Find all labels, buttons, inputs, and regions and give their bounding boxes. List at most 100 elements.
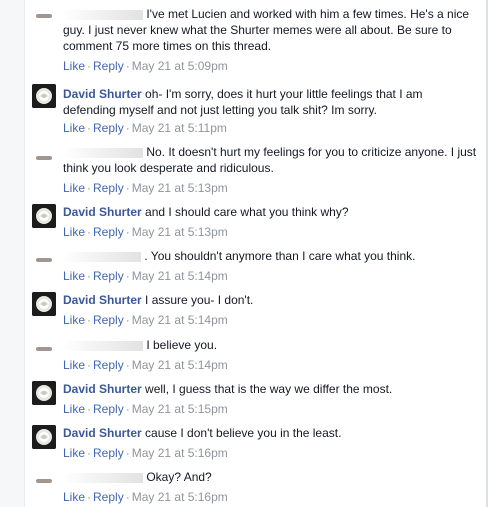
like-link[interactable]: Like bbox=[63, 121, 85, 135]
comment-body: David Shurter and I should care what you… bbox=[63, 204, 478, 220]
comment-item: David Shurter cause I don't believe you … bbox=[24, 421, 486, 465]
reply-link[interactable]: Reply bbox=[93, 358, 124, 372]
comment-timestamp[interactable]: May 21 at 5:13pm bbox=[132, 225, 228, 239]
redacted-avatar[interactable] bbox=[32, 337, 56, 361]
separator-dot: · bbox=[87, 225, 92, 239]
reply-link[interactable]: Reply bbox=[93, 121, 124, 135]
separator-dot: · bbox=[125, 225, 130, 239]
comment-body: David Shurter oh- I'm sorry, does it hur… bbox=[63, 86, 478, 118]
white-rose-icon bbox=[32, 425, 56, 449]
redacted-author-name[interactable] bbox=[63, 251, 141, 262]
separator-dot: · bbox=[125, 358, 130, 372]
comment-actions: Like · Reply · May 21 at 5:11pm bbox=[63, 120, 227, 136]
separator-dot: · bbox=[87, 358, 92, 372]
reply-link[interactable]: Reply bbox=[93, 313, 124, 327]
reply-link[interactable]: Reply bbox=[93, 181, 124, 195]
comment-timestamp[interactable]: May 21 at 5:13pm bbox=[132, 181, 228, 195]
redacted-avatar[interactable] bbox=[32, 146, 56, 170]
white-rose-icon bbox=[32, 292, 56, 316]
white-rose-avatar[interactable] bbox=[32, 381, 56, 405]
comment-actions: Like · Reply · May 21 at 5:09pm bbox=[63, 58, 228, 74]
separator-dot: · bbox=[87, 121, 92, 135]
comment-timestamp[interactable]: May 21 at 5:15pm bbox=[132, 402, 228, 416]
comment-actions: Like · Reply · May 21 at 5:14pm bbox=[63, 357, 228, 373]
author-name[interactable]: David Shurter bbox=[63, 382, 142, 396]
separator-dot: · bbox=[125, 181, 130, 195]
author-name[interactable]: David Shurter bbox=[63, 205, 142, 219]
comment-text: I assure you- I don't. bbox=[145, 293, 254, 307]
separator-dot: · bbox=[125, 269, 130, 283]
comment-timestamp[interactable]: May 21 at 5:14pm bbox=[132, 269, 228, 283]
separator-dot: · bbox=[125, 490, 130, 504]
author-name[interactable]: David Shurter bbox=[63, 293, 142, 307]
comment-item: Okay? And? Like · Reply · May 21 at 5:16pm bbox=[24, 465, 486, 507]
separator-dot: · bbox=[87, 490, 92, 504]
comment-timestamp[interactable]: May 21 at 5:09pm bbox=[132, 59, 228, 73]
reply-link[interactable]: Reply bbox=[93, 446, 124, 460]
comment-item: David Shurter well, I guess that is the … bbox=[24, 377, 486, 421]
comment-body: I've met Lucien and worked with him a fe… bbox=[63, 6, 478, 54]
left-rail bbox=[0, 0, 25, 507]
separator-dot: · bbox=[125, 446, 130, 460]
comment-actions: Like · Reply · May 21 at 5:14pm bbox=[63, 268, 228, 284]
separator-dot: · bbox=[87, 402, 92, 416]
comment-item: I've met Lucien and worked with him a fe… bbox=[24, 0, 486, 76]
comment-item: No. It doesn't hurt my feelings for you … bbox=[24, 140, 486, 200]
white-rose-avatar[interactable] bbox=[32, 425, 56, 449]
like-link[interactable]: Like bbox=[63, 402, 85, 416]
separator-dot: · bbox=[87, 313, 92, 327]
comment-timestamp[interactable]: May 21 at 5:16pm bbox=[132, 490, 228, 504]
like-link[interactable]: Like bbox=[63, 181, 85, 195]
comment-body: . You shouldn't anymore than I care what… bbox=[63, 248, 478, 264]
redacted-author-name[interactable] bbox=[63, 9, 143, 20]
comment-timestamp[interactable]: May 21 at 5:11pm bbox=[132, 121, 227, 135]
white-rose-avatar[interactable] bbox=[32, 84, 56, 108]
redacted-author-name[interactable] bbox=[63, 340, 143, 351]
reply-link[interactable]: Reply bbox=[93, 490, 124, 504]
separator-dot: · bbox=[87, 269, 92, 283]
comment-body: No. It doesn't hurt my feelings for you … bbox=[63, 144, 478, 176]
reply-link[interactable]: Reply bbox=[93, 269, 124, 283]
reply-link[interactable]: Reply bbox=[93, 402, 124, 416]
comment-body: David Shurter well, I guess that is the … bbox=[63, 381, 478, 397]
redacted-avatar[interactable] bbox=[32, 469, 56, 493]
like-link[interactable]: Like bbox=[63, 225, 85, 239]
comment-text: and I should care what you think why? bbox=[145, 205, 349, 219]
separator-dot: · bbox=[125, 59, 130, 73]
redacted-smudge-icon bbox=[36, 479, 52, 483]
comment-timestamp[interactable]: May 21 at 5:16pm bbox=[132, 446, 228, 460]
comment-item: I believe you. Like · Reply · May 21 at 5:14… bbox=[24, 333, 486, 377]
like-link[interactable]: Like bbox=[63, 59, 85, 73]
white-rose-icon bbox=[32, 381, 56, 405]
reply-link[interactable]: Reply bbox=[93, 225, 124, 239]
comment-item: . You shouldn't anymore than I care what… bbox=[24, 244, 486, 288]
comment-body: Okay? And? bbox=[63, 469, 478, 485]
separator-dot: · bbox=[125, 313, 130, 327]
comment-timestamp[interactable]: May 21 at 5:14pm bbox=[132, 358, 228, 372]
like-link[interactable]: Like bbox=[63, 313, 85, 327]
redacted-author-name[interactable] bbox=[63, 147, 143, 158]
like-link[interactable]: Like bbox=[63, 358, 85, 372]
like-link[interactable]: Like bbox=[63, 269, 85, 283]
like-link[interactable]: Like bbox=[63, 446, 85, 460]
comment-actions: Like · Reply · May 21 at 5:13pm bbox=[63, 180, 228, 196]
author-name[interactable]: David Shurter bbox=[63, 426, 142, 440]
comment-timestamp[interactable]: May 21 at 5:14pm bbox=[132, 313, 228, 327]
comment-text: Okay? And? bbox=[146, 470, 212, 484]
redacted-avatar[interactable] bbox=[32, 4, 56, 28]
redacted-author-name[interactable] bbox=[63, 472, 143, 483]
redacted-avatar[interactable] bbox=[32, 248, 56, 272]
white-rose-avatar[interactable] bbox=[32, 292, 56, 316]
comment-text: . You shouldn't anymore than I care what… bbox=[144, 249, 416, 263]
comment-actions: Like · Reply · May 21 at 5:16pm bbox=[63, 445, 228, 461]
comment-item: David Shurter oh- I'm sorry, does it hur… bbox=[24, 80, 486, 140]
author-name[interactable]: David Shurter bbox=[63, 87, 142, 101]
redacted-smudge-icon bbox=[36, 347, 52, 351]
reply-link[interactable]: Reply bbox=[93, 59, 124, 73]
like-link[interactable]: Like bbox=[63, 490, 85, 504]
white-rose-avatar[interactable] bbox=[32, 204, 56, 228]
comment-actions: Like · Reply · May 21 at 5:13pm bbox=[63, 224, 228, 240]
redacted-smudge-icon bbox=[36, 258, 52, 262]
white-rose-icon bbox=[32, 204, 56, 228]
comment-body: David Shurter cause I don't believe you … bbox=[63, 425, 478, 441]
